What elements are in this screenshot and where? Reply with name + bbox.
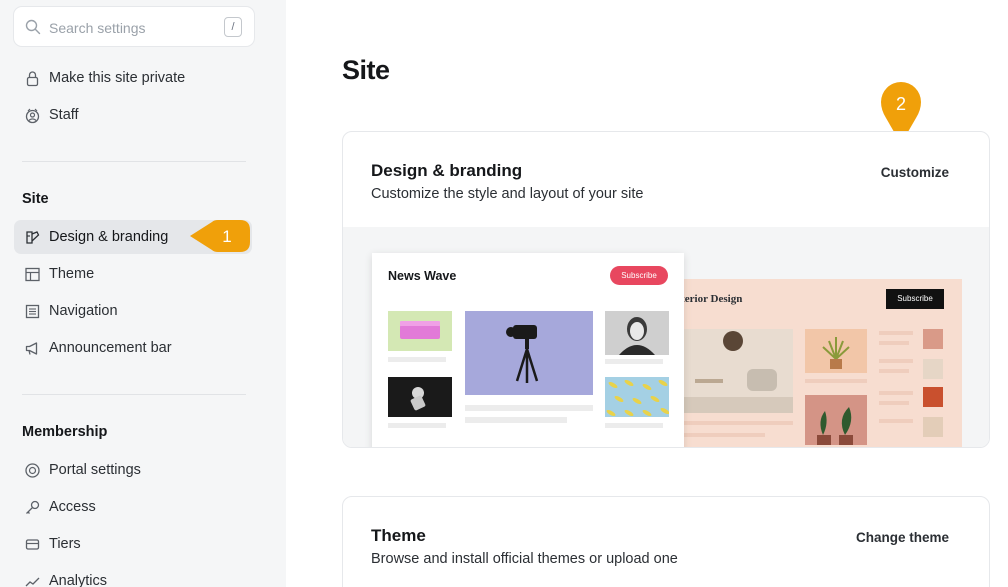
keyboard-image [388,311,452,351]
design-card-description: Customize the style and layout of your s… [371,186,644,202]
layout-icon [25,267,40,281]
image-pattern [605,377,670,417]
text-placeholder [805,379,867,383]
camera-tripod-image [465,311,593,395]
key-icon [26,500,40,514]
sidebar-divider [22,161,246,162]
site-section-title: Site [22,191,49,207]
theme-preview-news-wave: News Wave Subscribe [372,253,684,447]
image-portrait [605,311,669,355]
theme-card-description: Browse and install official themes or up… [371,551,678,567]
sidebar-divider [22,394,246,395]
search-shortcut-key: / [224,17,242,37]
theme-preview-brand: News Wave [388,269,457,283]
sidebar-item-announcement-bar[interactable]: Announcement bar [14,331,252,365]
page-title: Site [342,55,390,85]
theme-preview-subscribe: Subscribe [886,289,944,309]
lock-icon [26,70,39,86]
sidebar-item-label: Tiers [49,536,81,552]
search-input[interactable]: Search settings / [13,6,255,47]
sidebar-item-label: Design & branding [49,229,169,245]
step-one-callout: 1 [190,220,250,252]
sidebar-item-label: Analytics [49,573,108,587]
text-placeholder [879,419,913,423]
search-placeholder: Search settings [49,20,146,36]
text-placeholder [879,331,913,335]
banana-pattern-image [605,377,670,417]
text-placeholder [388,357,446,362]
sidebar-item-label: Theme [49,266,95,282]
design-card-title: Design & branding [371,161,523,180]
text-placeholder [879,401,909,405]
potted-plants-image [805,395,867,445]
text-placeholder [879,341,909,345]
sidebar-item-access[interactable]: Access [14,490,252,524]
portrait-image [605,311,669,355]
image-plants-red [805,395,867,445]
change-theme-button[interactable]: Change theme [856,530,949,545]
text-placeholder [675,421,793,425]
design-branding-card: Design & branding Customize the style an… [342,131,990,448]
portal-icon [25,462,40,478]
theme-preview-brand: nterior Design [675,293,743,305]
sidebar-item-navigation[interactable]: Navigation [14,294,252,328]
armchair-image [675,329,793,413]
sidebar-item-label: Staff [49,107,79,123]
design-preview[interactable]: nterior Design Subscribe News Wave Subsc… [343,227,989,447]
sidebar-item-staff[interactable]: Staff [14,98,252,132]
text-placeholder [879,369,909,373]
text-placeholder [388,423,446,428]
sidebar-item-theme[interactable]: Theme [14,257,252,291]
theme-card: Theme Browse and install official themes… [342,496,990,587]
image-astronaut [388,377,452,417]
theme-card-title: Theme [371,526,426,545]
text-placeholder [605,423,663,428]
megaphone-icon [25,341,38,355]
image-keyboard [388,311,452,351]
sidebar-item-label: Portal settings [49,462,141,478]
astronaut-image [388,377,452,417]
image-plant [805,329,867,373]
staff-icon [25,108,40,123]
text-placeholder [465,405,593,411]
text-placeholder [465,417,567,423]
sidebar-item-make-private[interactable]: Make this site private [14,61,252,95]
sidebar-item-label: Make this site private [49,70,186,86]
text-placeholder [879,359,913,363]
thumbnail [923,417,943,437]
theme-preview-interior: nterior Design Subscribe [653,279,962,447]
customize-button[interactable]: Customize [881,165,949,180]
tiers-icon [25,538,40,550]
thumbnail [923,387,943,407]
image-living-room [675,329,793,413]
settings-sidebar: Search settings / Make this site private… [0,0,286,587]
text-placeholder [675,433,765,437]
membership-section-title: Membership [22,424,108,440]
sidebar-item-analytics[interactable]: Analytics [14,564,252,587]
step-one-number: 1 [222,227,231,246]
paintbrush-icon [26,230,40,244]
image-camera [465,311,593,395]
sidebar-item-tiers[interactable]: Tiers [14,527,252,561]
theme-preview-subscribe: Subscribe [610,266,668,285]
thumbnail [923,359,943,379]
thumbnail [923,329,943,349]
plant-image [805,329,867,373]
sidebar-item-portal-settings[interactable]: Portal settings [14,453,252,487]
list-icon [25,304,40,318]
sidebar-item-label: Announcement bar [49,340,172,356]
search-icon [25,19,41,35]
analytics-icon [25,577,40,586]
step-two-number: 2 [896,94,906,114]
sidebar-item-label: Access [49,499,96,515]
sidebar-item-label: Navigation [49,303,118,319]
text-placeholder [879,391,913,395]
text-placeholder [605,359,663,364]
